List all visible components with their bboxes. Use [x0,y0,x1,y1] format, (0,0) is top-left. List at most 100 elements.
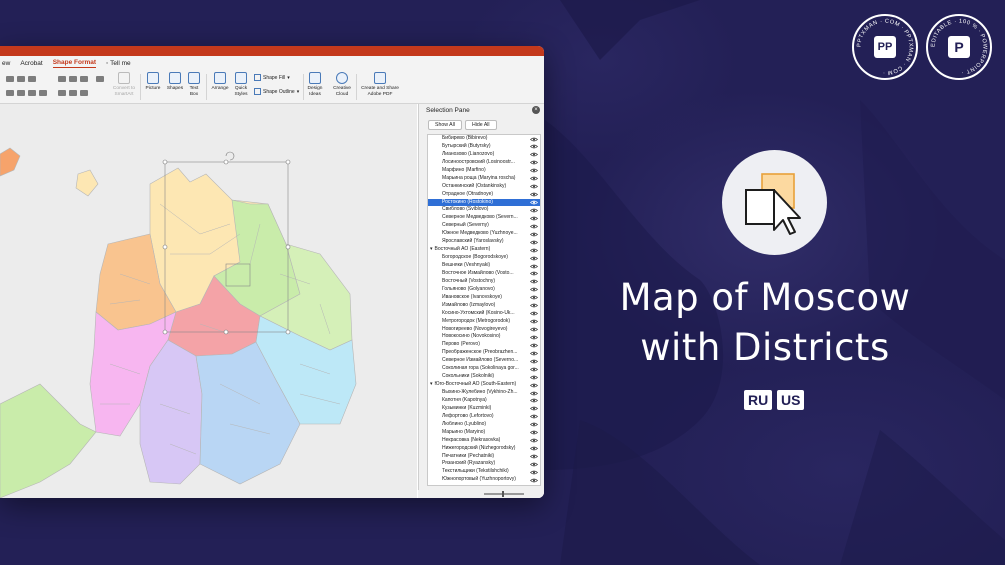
visibility-eye-icon[interactable] [530,271,538,276]
visibility-eye-icon[interactable] [530,200,538,205]
selection-row[interactable]: Ивановское (Ivanovskoye) [428,294,540,302]
selection-list[interactable]: Бибирево (Bibirevo) Бутырский (Butyrsky) Л… [427,134,541,486]
close-icon[interactable]: × [532,106,540,114]
visibility-eye-icon[interactable] [530,470,538,475]
arrange-button[interactable]: Arrange [210,72,230,92]
selection-row[interactable]: Марьина роща (Maryina roscha) [428,175,540,183]
selection-row[interactable]: Метрогородок (Metrogorodok) [428,318,540,326]
selection-row[interactable]: Останкинский (Ostankinsky) [428,183,540,191]
visibility-eye-icon[interactable] [530,335,538,340]
selection-row[interactable]: Люблино (Lyublino) [428,421,540,429]
moscow-map[interactable] [0,104,417,498]
selection-row[interactable]: Соколиная гора (Sokolinaya gor... [428,365,540,373]
selection-row[interactable]: Выхино-Жулебино (Vykhino-Zh... [428,389,540,397]
visibility-eye-icon[interactable] [530,478,538,483]
visibility-eye-icon[interactable] [530,438,538,443]
visibility-eye-icon[interactable] [530,152,538,157]
selection-row[interactable]: Северное Медведково (Severn... [428,214,540,222]
visibility-eye-icon[interactable] [530,398,538,403]
visibility-eye-icon[interactable] [530,462,538,467]
visibility-eye-icon[interactable] [530,184,538,189]
visibility-eye-icon[interactable] [530,232,538,237]
selection-row[interactable]: Гольяново (Golyanovo) [428,286,540,294]
visibility-eye-icon[interactable] [530,176,538,181]
selection-row[interactable]: Марьино (Maryino) [428,429,540,437]
visibility-eye-icon[interactable] [530,160,538,165]
selection-row[interactable]: Южное Медведково (Yuzhnoye... [428,230,540,238]
selection-row[interactable]: Некрасовка (Nekrasovka) [428,437,540,445]
textbox-button[interactable]: Text Box [186,72,202,97]
visibility-eye-icon[interactable] [530,391,538,396]
tab-shape-format[interactable]: Shape Format [52,59,97,68]
visibility-eye-icon[interactable] [530,224,538,229]
create-share-pdf-button[interactable]: Create and Share Adobe PDF [360,72,400,97]
selection-row[interactable]: Южнопортовый (Yuzhnoportovy) [428,476,540,484]
selection-row[interactable]: Рязанский (Ryazansky) [428,460,540,468]
align-buttons-row[interactable] [6,90,47,96]
selection-row[interactable]: Северный (Severny) [428,222,540,230]
visibility-eye-icon[interactable] [530,327,538,332]
selection-row[interactable]: Богородское (Bogorodskoye) [428,254,540,262]
visibility-eye-icon[interactable] [530,168,538,173]
selection-row[interactable]: Новогиреево (Novogireyevo) [428,326,540,334]
selection-row[interactable]: Перово (Perovo) [428,341,540,349]
picture-button[interactable]: Picture [144,72,162,92]
visibility-eye-icon[interactable] [530,295,538,300]
visibility-eye-icon[interactable] [530,137,538,142]
selection-row[interactable]: Преображенское (Preobrazhen... [428,349,540,357]
design-ideas-button[interactable]: Design Ideas [306,72,324,97]
visibility-eye-icon[interactable] [530,351,538,356]
shapes-button[interactable]: Shapes [166,72,184,92]
visibility-eye-icon[interactable] [530,430,538,435]
shape-outline-button[interactable]: Shape Outline ▾ [254,88,299,95]
menu-item-acrobat[interactable]: Acrobat [20,60,42,67]
selection-group-row[interactable]: Юго-Восточный АО (South-Eastern) [428,381,540,389]
selection-row[interactable]: Бибирево (Bibirevo) [428,135,540,143]
convert-smartart-button[interactable]: Convert to SmartArt [110,72,138,97]
text-direction-buttons[interactable] [96,76,104,82]
visibility-eye-icon[interactable] [530,287,538,292]
selection-row[interactable]: Лианозово (Lianozovo) [428,151,540,159]
visibility-eye-icon[interactable] [530,208,538,213]
selection-row[interactable]: Северное Измайлово (Severno... [428,357,540,365]
visibility-eye-icon[interactable] [530,343,538,348]
visibility-eye-icon[interactable] [530,375,538,380]
selection-row[interactable]: Текстильщики (Tekstilshchiki) [428,468,540,476]
shape-fill-button[interactable]: Shape Fill ▾ [254,74,290,81]
visibility-eye-icon[interactable] [530,454,538,459]
visibility-eye-icon[interactable] [530,256,538,261]
selection-row[interactable]: Сокольники (Sokolniki) [428,373,540,381]
visibility-eye-icon[interactable] [530,422,538,427]
visibility-eye-icon[interactable] [530,144,538,149]
selection-row[interactable]: Капотня (Kapotnya) [428,397,540,405]
list-buttons-row[interactable] [6,76,36,82]
visibility-eye-icon[interactable] [530,303,538,308]
visibility-eye-icon[interactable] [530,359,538,364]
visibility-eye-icon[interactable] [530,446,538,451]
visibility-eye-icon[interactable] [530,264,538,269]
selection-row[interactable]: Отрадное (Otradnoye) [428,191,540,199]
slide-canvas[interactable] [0,104,417,498]
zoom-slider-knob[interactable] [502,491,504,497]
zoom-slider[interactable] [484,493,524,495]
visibility-eye-icon[interactable] [530,414,538,419]
selection-row[interactable]: Нижегородский (Nizhegorodsky) [428,445,540,453]
selection-row[interactable]: Кузьминки (Kuzminki) [428,405,540,413]
selection-row[interactable]: Ростокино (Rostokino) [428,198,540,207]
visibility-eye-icon[interactable] [530,406,538,411]
selection-row[interactable]: Марфино (Marfino) [428,167,540,175]
visibility-eye-icon[interactable] [530,311,538,316]
selection-row[interactable]: Новокосино (Novokosino) [428,333,540,341]
selection-row[interactable]: Восточный (Vostochny) [428,278,540,286]
tell-me-search[interactable]: ◦ Tell me [106,60,131,67]
quick-styles-button[interactable]: Quick Styles [232,72,250,97]
visibility-eye-icon[interactable] [530,367,538,372]
selection-row[interactable]: Бутырский (Butyrsky) [428,143,540,151]
selection-row[interactable]: Печатники (Pechatniki) [428,453,540,461]
visibility-eye-icon[interactable] [530,216,538,221]
selection-row[interactable]: Лосиноостровский (Losinoostr... [428,159,540,167]
selection-row[interactable]: Ярославский (Yaroslavsky) [428,238,540,246]
creative-cloud-button[interactable]: Creative Cloud [332,72,352,97]
hide-all-button[interactable]: Hide All [465,120,497,130]
selection-row[interactable]: Вешняки (Veshnyaki) [428,262,540,270]
